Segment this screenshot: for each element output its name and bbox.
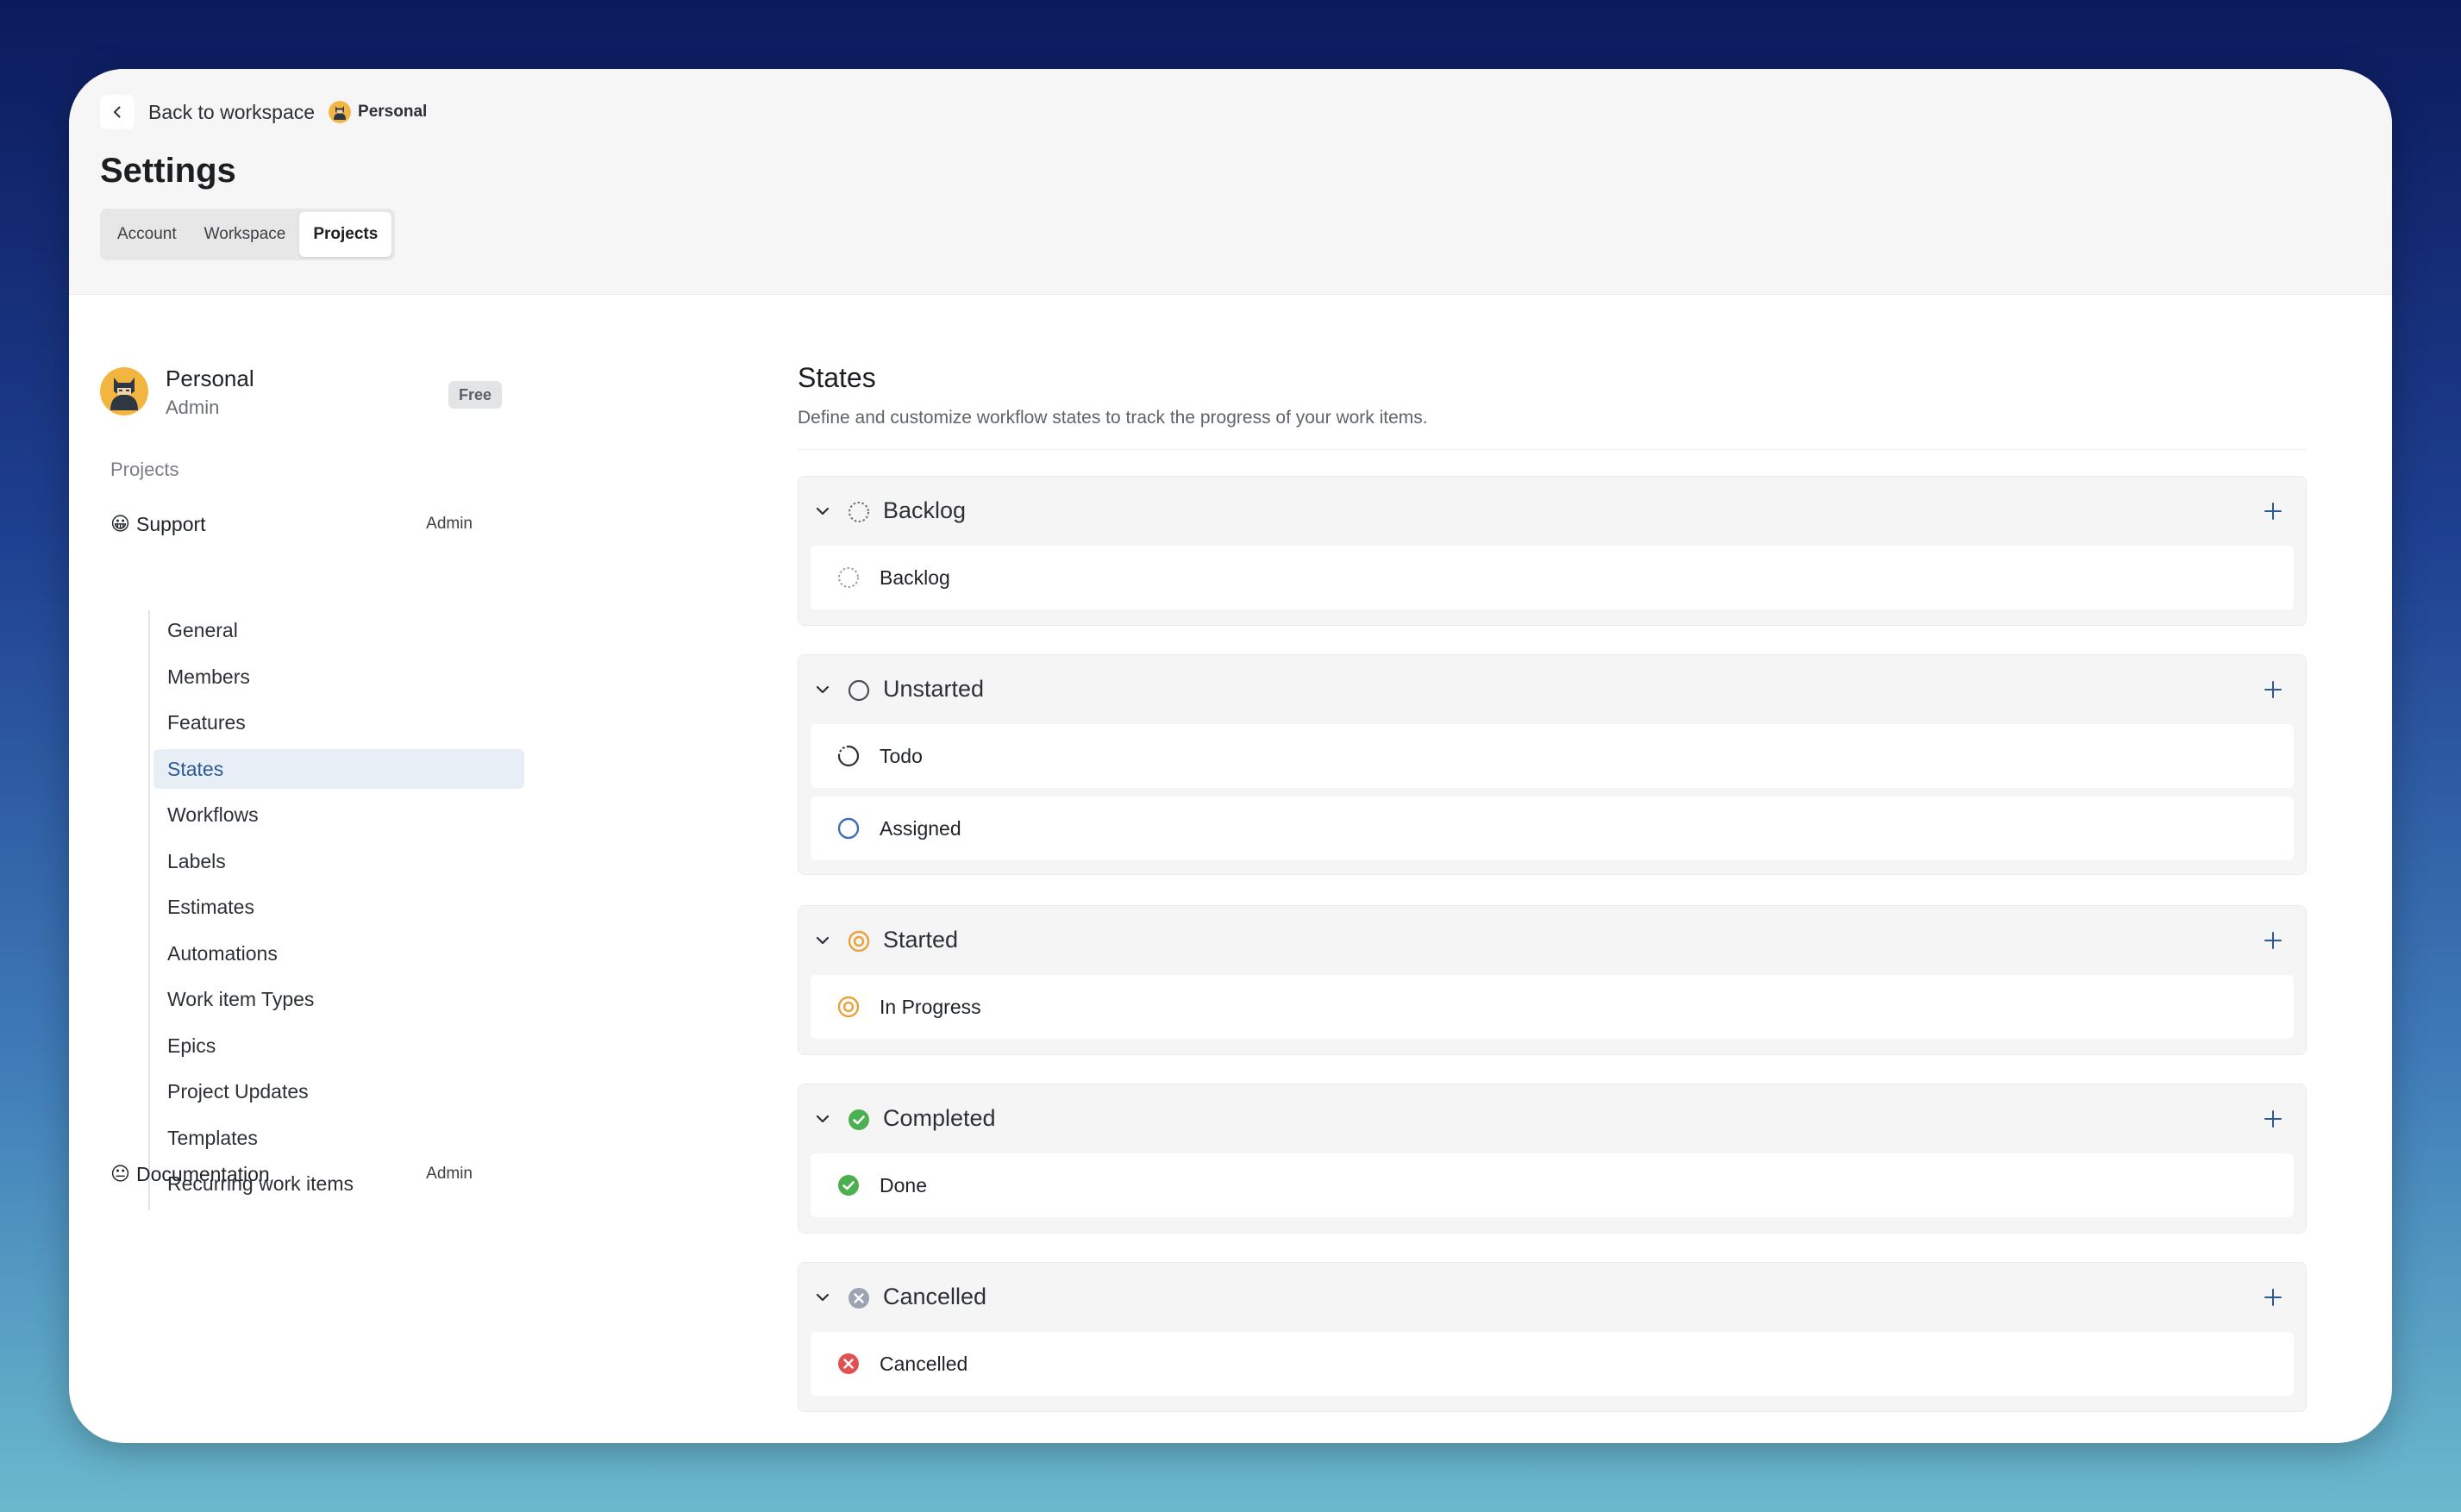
neutral-face-icon: 😐 xyxy=(110,1163,130,1184)
workspace-name: Personal xyxy=(358,103,428,121)
back-to-workspace-label[interactable]: Back to workspace xyxy=(148,101,315,124)
section-title: States xyxy=(798,362,876,393)
chevron-left-icon[interactable] xyxy=(100,95,135,129)
state-group-completed: Completed Done xyxy=(798,1084,2307,1234)
settings-window: Back to workspace Personal Settings Acco… xyxy=(69,69,2392,1443)
state-group-unstarted: Unstarted Todo Assigned xyxy=(798,654,2307,875)
states-panel: States Define and customize workflow sta… xyxy=(798,362,2307,1412)
projects-section-label: Projects xyxy=(110,459,179,480)
sidebar-project-documentation[interactable]: 😐 Documentation Admin xyxy=(110,1157,481,1191)
sidebar-item-states[interactable]: States xyxy=(153,748,524,789)
sidebar-item-epics[interactable]: Epics xyxy=(153,1026,524,1072)
sidebar-item-general[interactable]: General xyxy=(153,610,524,657)
page-title: Settings xyxy=(100,152,236,190)
add-state-icon[interactable] xyxy=(2261,678,2285,702)
state-group-title: Started xyxy=(883,927,959,953)
state-label: Done xyxy=(880,1174,927,1196)
state-row[interactable]: Backlog xyxy=(811,546,2294,609)
state-label: Backlog xyxy=(880,566,950,589)
tab-workspace[interactable]: Workspace xyxy=(191,212,300,257)
settings-header: Back to workspace Personal Settings Acco… xyxy=(69,69,2392,295)
cancelled-icon xyxy=(838,1353,859,1374)
settings-sidebar: Personal Admin Free Projects 😀 Support A… xyxy=(100,362,524,1210)
chevron-down-icon[interactable] xyxy=(814,503,831,520)
chevron-down-icon[interactable] xyxy=(814,1289,831,1306)
divider xyxy=(798,449,2307,450)
sidebar-item-members[interactable]: Members xyxy=(153,657,524,703)
state-group-header[interactable]: Completed xyxy=(798,1084,2306,1153)
state-group-cancelled: Cancelled Cancelled xyxy=(798,1262,2307,1412)
state-group-title: Completed xyxy=(883,1105,996,1131)
sidebar-item-work-item-types[interactable]: Work item Types xyxy=(153,979,524,1026)
state-group-title: Unstarted xyxy=(883,676,985,702)
workspace-profile: Personal Admin Free xyxy=(100,362,503,424)
add-state-icon[interactable] xyxy=(2261,928,2285,953)
project-role-badge: Admin xyxy=(426,1165,473,1183)
state-row[interactable]: Assigned xyxy=(811,797,2294,860)
settings-tabs: Account Workspace Projects xyxy=(100,209,396,260)
state-row[interactable]: Done xyxy=(811,1153,2294,1217)
back-to-workspace-link[interactable]: Back to workspace Personal xyxy=(100,93,427,131)
project-name[interactable]: Documentation xyxy=(136,1163,417,1186)
workspace-avatar-icon xyxy=(329,101,352,123)
tab-account[interactable]: Account xyxy=(103,212,191,257)
sidebar-item-project-updates[interactable]: Project Updates xyxy=(153,1072,524,1118)
state-group-title: Cancelled xyxy=(883,1284,987,1309)
project-name[interactable]: Support xyxy=(136,513,417,536)
add-state-icon[interactable] xyxy=(2261,499,2285,523)
sidebar-item-labels[interactable]: Labels xyxy=(153,841,524,888)
backlog-icon xyxy=(849,502,869,522)
tab-projects[interactable]: Projects xyxy=(299,212,392,257)
add-state-icon[interactable] xyxy=(2261,1285,2285,1309)
completed-icon xyxy=(849,1109,869,1130)
add-state-icon[interactable] xyxy=(2261,1107,2285,1131)
project-role-badge: Admin xyxy=(426,515,473,533)
sidebar-item-workflows[interactable]: Workflows xyxy=(153,795,524,841)
state-group-title: Backlog xyxy=(883,497,967,523)
backlog-icon xyxy=(838,567,859,588)
state-label: In Progress xyxy=(880,996,981,1018)
done-icon xyxy=(838,1175,859,1196)
smiley-icon: 😀 xyxy=(110,513,130,534)
unstarted-icon xyxy=(848,679,870,702)
chevron-down-icon[interactable] xyxy=(814,1110,831,1128)
started-icon xyxy=(848,930,870,953)
assigned-icon xyxy=(837,817,860,840)
project-settings-nav: General Members Features States Workflow… xyxy=(148,610,524,1210)
sidebar-item-estimates[interactable]: Estimates xyxy=(153,887,524,934)
state-label: Assigned xyxy=(880,817,961,840)
state-group-header[interactable]: Unstarted xyxy=(798,655,2306,724)
chevron-down-icon[interactable] xyxy=(814,932,831,949)
state-group-started: Started In Progress xyxy=(798,905,2307,1055)
plan-badge: Free xyxy=(448,381,503,409)
state-row[interactable]: Cancelled xyxy=(811,1332,2294,1396)
workspace-avatar-icon xyxy=(100,367,148,415)
workspace-profile-name: Personal xyxy=(166,366,254,391)
state-group-header[interactable]: Cancelled xyxy=(798,1263,2306,1332)
state-group-header[interactable]: Backlog xyxy=(798,477,2306,546)
section-description: Define and customize workflow states to … xyxy=(798,408,1428,428)
state-row[interactable]: Todo xyxy=(811,724,2294,788)
cancelled-group-icon xyxy=(849,1288,869,1309)
state-label: Cancelled xyxy=(880,1353,968,1375)
state-label: Todo xyxy=(880,745,923,767)
state-group-backlog: Backlog Backlog xyxy=(798,476,2307,626)
sidebar-item-automations[interactable]: Automations xyxy=(153,934,524,980)
sidebar-item-features[interactable]: Features xyxy=(153,703,524,749)
in-progress-icon xyxy=(837,996,860,1018)
workspace-profile-role: Admin xyxy=(166,397,220,418)
todo-icon xyxy=(837,745,860,767)
chevron-down-icon[interactable] xyxy=(814,681,831,698)
state-group-header[interactable]: Started xyxy=(798,906,2306,975)
sidebar-project-support[interactable]: 😀 Support Admin xyxy=(110,507,481,541)
state-row[interactable]: In Progress xyxy=(811,975,2294,1039)
